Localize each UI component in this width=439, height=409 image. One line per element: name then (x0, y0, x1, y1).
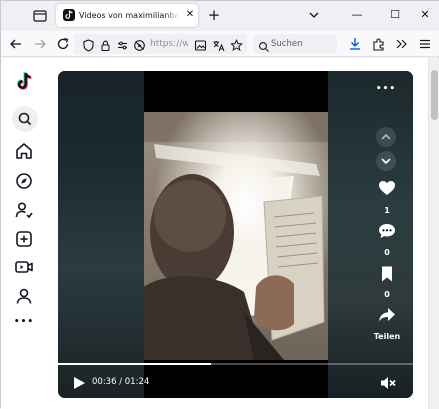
play-button[interactable] (72, 375, 86, 389)
share-label: Teilen (373, 332, 401, 341)
video-blur-background-left (58, 71, 144, 398)
chevron-down-icon[interactable] (306, 7, 322, 23)
translate-icon[interactable] (212, 37, 225, 52)
progress-fill (58, 363, 211, 365)
comment-icon (379, 224, 395, 238)
video-frame-image (144, 112, 328, 360)
picture-icon[interactable] (194, 37, 207, 51)
search-box[interactable]: Suchen (253, 34, 337, 54)
profile-icon[interactable] (13, 285, 35, 307)
overflow-chevrons-icon[interactable] (392, 35, 410, 53)
following-icon[interactable] (13, 199, 35, 221)
hamburger-menu-icon[interactable] (416, 35, 434, 53)
more-options-button[interactable]: ••• (374, 83, 398, 95)
tab-title: Videos von maximilianbaehring (79, 9, 179, 23)
comment-count: 0 (384, 248, 390, 257)
forward-arrow-icon[interactable] (31, 35, 49, 53)
lock-icon[interactable] (99, 37, 112, 52)
heart-icon (379, 181, 395, 195)
previous-video-button[interactable] (376, 127, 396, 147)
mute-button[interactable] (380, 375, 396, 389)
new-tab-button[interactable]: + (205, 6, 223, 24)
video-frame[interactable] (144, 112, 328, 360)
explore-compass-icon[interactable] (13, 170, 35, 192)
reload-icon[interactable] (54, 35, 72, 53)
scroll-up-arrow-icon[interactable] (431, 60, 439, 74)
download-icon[interactable] (346, 35, 364, 53)
like-button[interactable] (377, 179, 397, 197)
minimize-button[interactable]: — (348, 6, 366, 24)
permissions-icon[interactable] (116, 37, 129, 50)
save-count: 0 (384, 290, 390, 299)
search-icon (258, 38, 270, 52)
tiktok-favicon-icon (63, 9, 75, 21)
time-display: 00:36 / 01:24 (92, 377, 150, 387)
chevron-down-icon (381, 158, 391, 165)
navigation-bar: https://w Suchen (1, 31, 439, 57)
video-player[interactable]: ••• 1 0 0 Teilen 00:36 / 01:24 (58, 71, 413, 398)
speaker-muted-icon (381, 377, 396, 389)
autoplay-blocked-icon[interactable] (133, 37, 146, 51)
close-window-button[interactable]: ✕ (416, 6, 434, 24)
sidebar-search-button[interactable] (12, 106, 38, 132)
extensions-icon[interactable] (370, 35, 388, 53)
bookmark-star-icon[interactable] (230, 37, 243, 52)
maximize-button[interactable]: ☐ (386, 6, 404, 24)
like-count: 1 (384, 206, 390, 215)
upload-plus-icon[interactable] (13, 228, 35, 250)
live-icon[interactable] (13, 256, 35, 278)
search-icon (18, 112, 32, 126)
search-placeholder: Suchen (271, 39, 303, 49)
sidebar-more-button[interactable]: ••• (12, 315, 36, 329)
play-icon (74, 377, 85, 389)
tab-bar: Videos von maximilianbaehring ✕ + — ☐ ✕ (1, 1, 439, 31)
progress-bar[interactable] (58, 363, 413, 365)
video-blur-background-right (328, 71, 413, 398)
tiktok-logo-icon[interactable] (13, 70, 35, 92)
url-text[interactable]: https://w (150, 37, 188, 51)
url-bar[interactable]: https://w (74, 34, 247, 54)
save-button[interactable] (379, 265, 395, 283)
browser-window: Videos von maximilianbaehring ✕ + — ☐ ✕ (0, 0, 439, 409)
share-button[interactable] (377, 306, 397, 324)
share-arrow-icon (379, 308, 395, 322)
shield-icon[interactable] (82, 37, 95, 52)
chevron-up-icon (381, 133, 391, 140)
tab-close-button[interactable]: ✕ (183, 8, 197, 22)
tab-list-icon[interactable] (31, 7, 49, 25)
scrollbar-thumb[interactable] (431, 70, 438, 120)
comment-button[interactable] (377, 222, 397, 240)
page-content: ••• ••• 1 0 0 Teilen 00:36 / 01:24 (1, 58, 428, 409)
next-video-button[interactable] (376, 151, 396, 171)
tab-tiktok[interactable]: Videos von maximilianbaehring ✕ (56, 4, 198, 27)
page-scrollbar[interactable] (428, 58, 439, 409)
bookmark-icon (382, 266, 392, 282)
home-icon[interactable] (13, 140, 35, 162)
back-arrow-icon[interactable] (7, 35, 25, 53)
